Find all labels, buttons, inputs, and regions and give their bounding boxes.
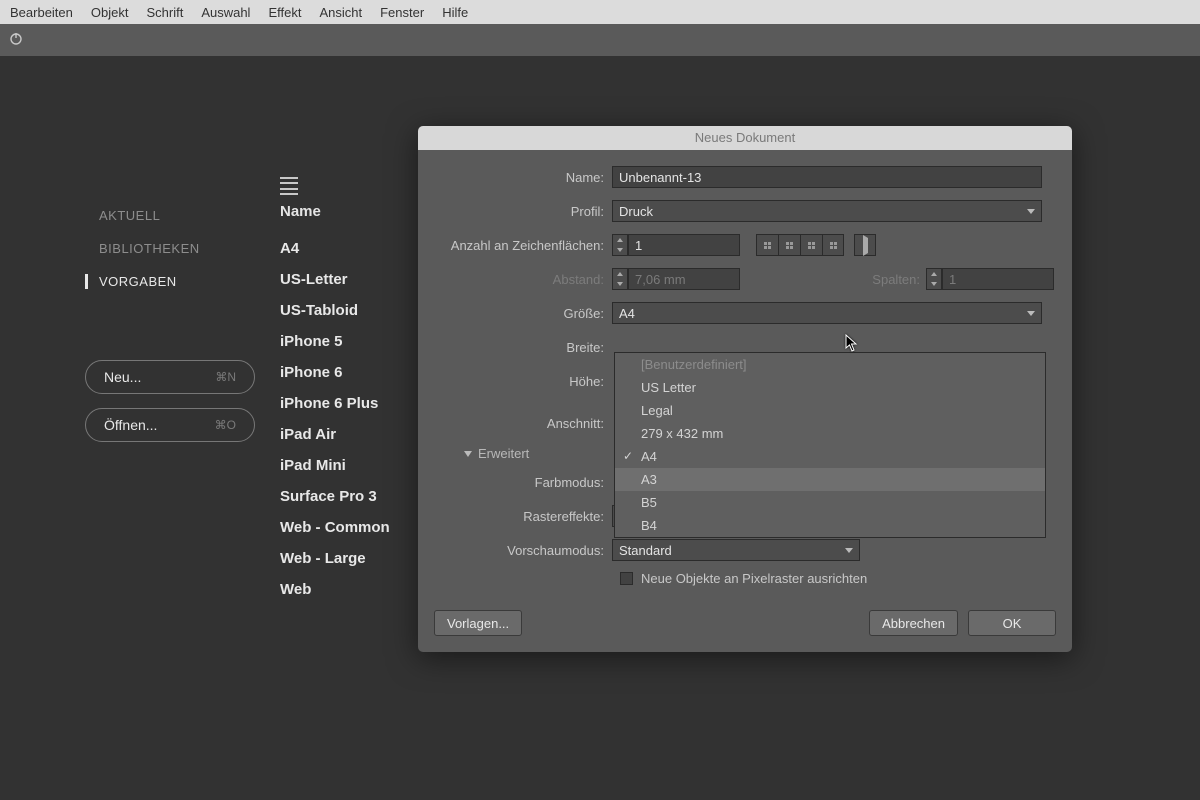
select-profile-value: Druck	[619, 204, 653, 219]
menu-item[interactable]: Effekt	[268, 5, 301, 20]
align-pixel-label: Neue Objekte an Pixelraster ausrichten	[641, 571, 867, 586]
preset-item[interactable]: iPhone 5	[280, 333, 390, 350]
dialog-title: Neues Dokument	[418, 126, 1072, 150]
preset-item[interactable]: Web - Common	[280, 519, 390, 536]
columns-stepper	[926, 268, 942, 290]
new-button[interactable]: Neu... ⌘N	[85, 360, 255, 394]
size-option[interactable]: B4	[615, 514, 1045, 537]
preset-item[interactable]: iPhone 6	[280, 364, 390, 381]
label-profile: Profil:	[430, 204, 612, 219]
menu-item[interactable]: Bearbeiten	[10, 5, 73, 20]
arrange-icon[interactable]	[756, 234, 778, 256]
chevron-down-icon	[1027, 209, 1035, 214]
input-artboards[interactable]	[628, 234, 740, 256]
open-button-label: Öffnen...	[104, 417, 157, 433]
menu-item[interactable]: Auswahl	[201, 5, 250, 20]
start-panel: Name AKTUELL BIBLIOTHEKEN VORGABEN A4 US…	[85, 180, 425, 289]
select-size-value: A4	[619, 306, 635, 321]
label-artboards: Anzahl an Zeichenflächen:	[430, 238, 612, 253]
label-columns: Spalten:	[872, 272, 926, 287]
preset-item[interactable]: iPhone 6 Plus	[280, 395, 390, 412]
label-preview: Vorschaumodus:	[430, 543, 612, 558]
label-raster: Rastereffekte:	[430, 509, 612, 524]
label-colormode: Farbmodus:	[430, 475, 612, 490]
artboard-direction-group	[854, 234, 876, 256]
artboards-stepper[interactable]	[612, 234, 628, 256]
size-option[interactable]: B5	[615, 491, 1045, 514]
label-name: Name:	[430, 170, 612, 185]
preset-item[interactable]: Web - Large	[280, 550, 390, 567]
new-document-dialog: Neues Dokument Name: Profil: Druck Anzah…	[418, 126, 1072, 652]
select-size[interactable]: A4	[612, 302, 1042, 324]
new-button-shortcut: ⌘N	[215, 370, 236, 384]
input-name[interactable]	[612, 166, 1042, 188]
new-button-label: Neu...	[104, 369, 141, 385]
open-button-shortcut: ⌘O	[215, 418, 236, 432]
preset-item[interactable]: A4	[280, 240, 390, 257]
open-button[interactable]: Öffnen... ⌘O	[85, 408, 255, 442]
preset-list: A4 US-Letter US-Tabloid iPhone 5 iPhone …	[280, 240, 390, 598]
preset-item[interactable]: Surface Pro 3	[280, 488, 390, 505]
home-icon[interactable]	[8, 30, 24, 51]
label-size: Größe:	[430, 306, 612, 321]
label-width: Breite:	[430, 340, 612, 355]
label-spacing: Abstand:	[430, 272, 612, 287]
tab-recent[interactable]: AKTUELL	[85, 208, 425, 223]
preset-item[interactable]: US-Letter	[280, 271, 390, 288]
menu-item[interactable]: Fenster	[380, 5, 424, 20]
size-option-custom[interactable]: [Benutzerdefiniert]	[615, 353, 1045, 376]
column-header-name: Name	[280, 203, 321, 220]
cancel-button[interactable]: Abbrechen	[869, 610, 958, 636]
preset-item[interactable]: US-Tabloid	[280, 302, 390, 319]
menu-item[interactable]: Hilfe	[442, 5, 468, 20]
advanced-label: Erweitert	[478, 446, 529, 461]
triangle-down-icon	[464, 451, 472, 457]
arrange-icon[interactable]	[778, 234, 800, 256]
ok-button[interactable]: OK	[968, 610, 1056, 636]
arrange-icon[interactable]	[800, 234, 822, 256]
input-spacing	[628, 268, 740, 290]
label-height: Höhe:	[430, 374, 612, 389]
preset-item[interactable]: iPad Mini	[280, 457, 390, 474]
spacing-stepper	[612, 268, 628, 290]
grid-view-icon[interactable]	[312, 177, 330, 195]
direction-icon[interactable]	[854, 234, 876, 256]
list-view-icon[interactable]	[280, 177, 298, 195]
size-option[interactable]: Legal	[615, 399, 1045, 422]
menu-item[interactable]: Ansicht	[319, 5, 362, 20]
arrange-icon[interactable]	[822, 234, 844, 256]
menu-item[interactable]: Objekt	[91, 5, 129, 20]
preset-item[interactable]: iPad Air	[280, 426, 390, 443]
preset-item[interactable]: Web	[280, 581, 390, 598]
align-pixel-checkbox[interactable]	[620, 572, 633, 585]
select-preview-value: Standard	[619, 543, 672, 558]
size-option[interactable]: US Letter	[615, 376, 1045, 399]
input-columns	[942, 268, 1054, 290]
chevron-down-icon	[1027, 311, 1035, 316]
size-option-hovered[interactable]: A3	[615, 468, 1045, 491]
chevron-down-icon	[845, 548, 853, 553]
select-preview[interactable]: Standard	[612, 539, 860, 561]
mouse-cursor-icon	[845, 334, 859, 357]
artboard-arrange-group	[756, 234, 844, 256]
size-option-selected[interactable]: A4	[615, 445, 1045, 468]
size-dropdown-list: [Benutzerdefiniert] US Letter Legal 279 …	[614, 352, 1046, 538]
label-bleed: Anschnitt:	[430, 416, 612, 431]
app-menu-bar: Bearbeiten Objekt Schrift Auswahl Effekt…	[0, 0, 1200, 24]
control-bar	[0, 24, 1200, 56]
templates-button[interactable]: Vorlagen...	[434, 610, 522, 636]
size-option[interactable]: 279 x 432 mm	[615, 422, 1045, 445]
menu-item[interactable]: Schrift	[146, 5, 183, 20]
select-profile[interactable]: Druck	[612, 200, 1042, 222]
